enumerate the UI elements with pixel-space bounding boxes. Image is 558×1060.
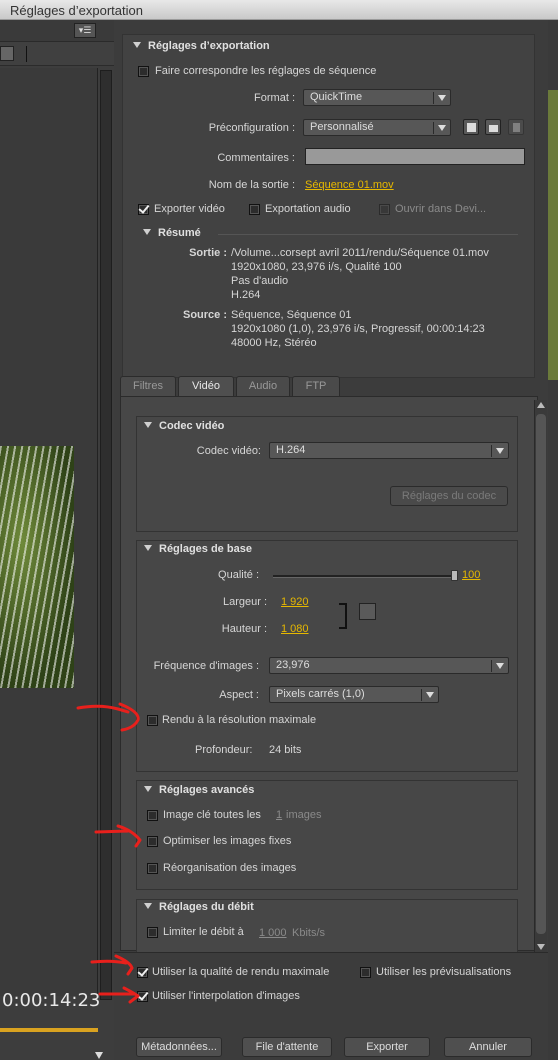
annotation-arrow-max-quality bbox=[90, 954, 134, 976]
annotation-arrow-optimize bbox=[94, 824, 142, 848]
annotation-arrow-max-render bbox=[76, 702, 140, 732]
annotation-arrows bbox=[76, 702, 142, 1004]
annotation-arrow-frame-blend bbox=[98, 986, 140, 1004]
